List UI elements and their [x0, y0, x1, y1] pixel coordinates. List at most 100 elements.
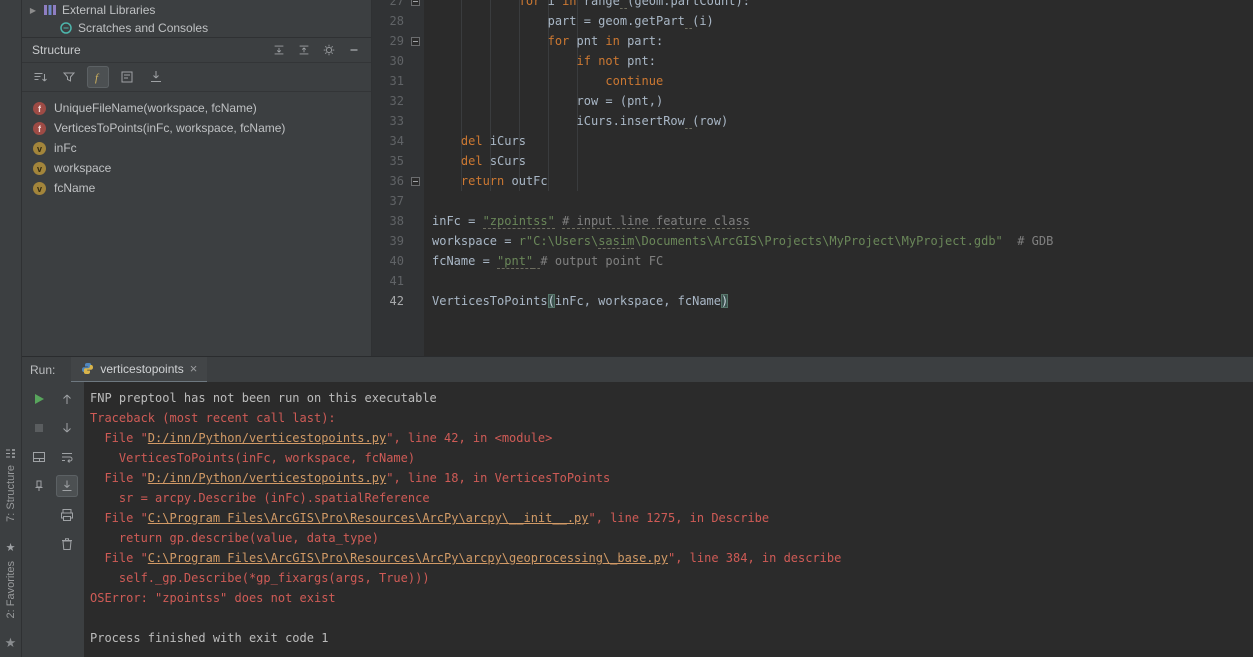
editor-line[interactable]: 29 for pnt in part: [372, 31, 1253, 51]
stripe-button-structure[interactable]: 7: Structure [4, 447, 17, 522]
code-text[interactable] [424, 191, 432, 211]
code-text[interactable]: if not pnt: [424, 51, 657, 71]
expand-arrow-icon[interactable]: ▶ [28, 6, 38, 15]
stack-trace-file-link[interactable]: D:/inn/Python/verticestopoints.py [148, 471, 386, 485]
line-number[interactable]: 42 [372, 291, 404, 311]
code-text[interactable]: return outFc [424, 171, 548, 191]
show-properties-icon[interactable] [116, 66, 138, 88]
line-number[interactable]: 40 [372, 251, 404, 271]
line-number[interactable]: 39 [372, 231, 404, 251]
code-text[interactable]: del sCurs [424, 151, 526, 171]
editor-line[interactable]: 42 VerticesToPoints(inFc, workspace, fcNa… [372, 291, 1253, 311]
line-number[interactable]: 28 [372, 11, 404, 31]
code-text[interactable]: for i in range (geom.partCount): [424, 0, 750, 11]
editor-line[interactable]: 31 continue [372, 71, 1253, 91]
editor-line[interactable]: 27 for i in range (geom.partCount): [372, 0, 1253, 11]
sort-by-visibility-icon[interactable] [58, 66, 80, 88]
collapse-all-icon[interactable] [297, 43, 311, 57]
next-occurrence-icon[interactable] [56, 417, 78, 439]
structure-item[interactable]: f UniqueFileName(workspace, fcName) [22, 98, 371, 118]
show-fields-icon[interactable]: f [87, 66, 109, 88]
gutter-fold-area[interactable] [404, 0, 424, 11]
line-number[interactable]: 29 [372, 31, 404, 51]
code-editor[interactable]: 27 for i in range (geom.partCount): 28 pa… [372, 0, 1253, 356]
gutter-fold-area[interactable] [404, 171, 424, 191]
library-icon [43, 3, 57, 17]
editor-line[interactable]: 36 return outFc [372, 171, 1253, 191]
structure-item[interactable]: f VerticesToPoints(inFc, workspace, fcNam… [22, 118, 371, 138]
fold-marker-icon[interactable] [411, 0, 420, 6]
code-text[interactable]: workspace = r"C:\Users\sasim\Documents\A… [424, 231, 1053, 251]
structure-item[interactable]: v workspace [22, 158, 371, 178]
project-item[interactable]: ▶ External Libraries [22, 1, 371, 19]
rerun-icon[interactable] [28, 388, 50, 410]
editor-line[interactable]: 39 workspace = r"C:\Users\sasim\Documents… [372, 231, 1253, 251]
expand-all-icon[interactable] [272, 43, 286, 57]
fold-marker-icon[interactable] [411, 176, 420, 186]
star-icon[interactable]: ★ [5, 634, 17, 652]
line-number[interactable]: 38 [372, 211, 404, 231]
line-number[interactable]: 33 [372, 111, 404, 131]
editor-line[interactable]: 34 del iCurs [372, 131, 1253, 151]
line-number[interactable]: 27 [372, 0, 404, 11]
hide-panel-icon[interactable] [347, 43, 361, 57]
console-text: Traceback (most recent call last): [90, 411, 336, 425]
code-text[interactable]: inFc = "zpointss" # input line feature c… [424, 211, 750, 231]
editor-line[interactable]: 33 iCurs.insertRow (row) [372, 111, 1253, 131]
code-text[interactable]: iCurs.insertRow (row) [424, 111, 728, 131]
line-number[interactable]: 36 [372, 171, 404, 191]
structure-item[interactable]: v fcName [22, 178, 371, 198]
code-token: return [460, 174, 505, 188]
code-token: # output point FC [540, 254, 664, 268]
clear-all-icon[interactable] [56, 533, 78, 555]
run-tab[interactable]: verticestopoints × [71, 356, 208, 383]
line-number[interactable]: 41 [372, 271, 404, 291]
code-text[interactable]: row = (pnt,) [424, 91, 663, 111]
stack-trace-file-link[interactable]: D:/inn/Python/verticestopoints.py [148, 431, 386, 445]
code-text[interactable]: part = geom.getPart (i) [424, 11, 714, 31]
code-text[interactable]: fcName = "pnt" # output point FC [424, 251, 663, 271]
stripe-button-favorites[interactable]: ★ 2: Favorites [5, 538, 17, 618]
close-icon[interactable]: × [190, 362, 198, 375]
fold-marker-icon[interactable] [411, 36, 420, 46]
project-item[interactable]: Scratches and Consoles [22, 19, 371, 37]
pin-icon[interactable] [28, 475, 50, 497]
editor-line[interactable]: 30 if not pnt: [372, 51, 1253, 71]
show-inherited-icon[interactable] [145, 66, 167, 88]
editor-line[interactable]: 28 part = geom.getPart (i) [372, 11, 1253, 31]
structure-item[interactable]: v inFc [22, 138, 371, 158]
prev-occurrence-icon[interactable] [56, 388, 78, 410]
line-number[interactable]: 31 [372, 71, 404, 91]
code-text[interactable]: VerticesToPoints(inFc, workspace, fcName… [424, 291, 729, 311]
editor-line[interactable]: 38 inFc = "zpointss" # input line feature… [372, 211, 1253, 231]
restore-layout-icon[interactable] [28, 446, 50, 468]
line-number[interactable]: 34 [372, 131, 404, 151]
code-text[interactable]: del iCurs [424, 131, 526, 151]
scroll-to-end-icon[interactable] [56, 475, 78, 497]
line-number[interactable]: 30 [372, 51, 404, 71]
editor-line[interactable]: 32 row = (pnt,) [372, 91, 1253, 111]
stack-trace-file-link[interactable]: C:\Program Files\ArcGIS\Pro\Resources\Ar… [148, 511, 589, 525]
code-token: inFc, workspace, fcName [554, 294, 721, 308]
editor-line[interactable]: 37 [372, 191, 1253, 211]
print-icon[interactable] [56, 504, 78, 526]
code-text[interactable]: for pnt in part: [424, 31, 664, 51]
line-number[interactable]: 35 [372, 151, 404, 171]
editor-line[interactable]: 41 [372, 271, 1253, 291]
code-text[interactable] [424, 271, 432, 291]
editor-line[interactable]: 35 del sCurs [372, 151, 1253, 171]
structure-stripe-icon [4, 447, 17, 460]
editor-line[interactable]: 40 fcName = "pnt" # output point FC [372, 251, 1253, 271]
run-console[interactable]: FNP preptool has not been run on this ex… [84, 382, 1253, 657]
code-text[interactable]: continue [424, 71, 663, 91]
sort-by-order-icon[interactable] [29, 66, 51, 88]
gutter-fold-area [404, 251, 424, 271]
code-token: del [460, 154, 483, 168]
line-number[interactable]: 37 [372, 191, 404, 211]
settings-gear-icon[interactable] [322, 43, 336, 57]
gutter-fold-area[interactable] [404, 31, 424, 51]
soft-wrap-icon[interactable] [56, 446, 78, 468]
line-number[interactable]: 32 [372, 91, 404, 111]
stack-trace-file-link[interactable]: C:\Program Files\ArcGIS\Pro\Resources\Ar… [148, 551, 668, 565]
